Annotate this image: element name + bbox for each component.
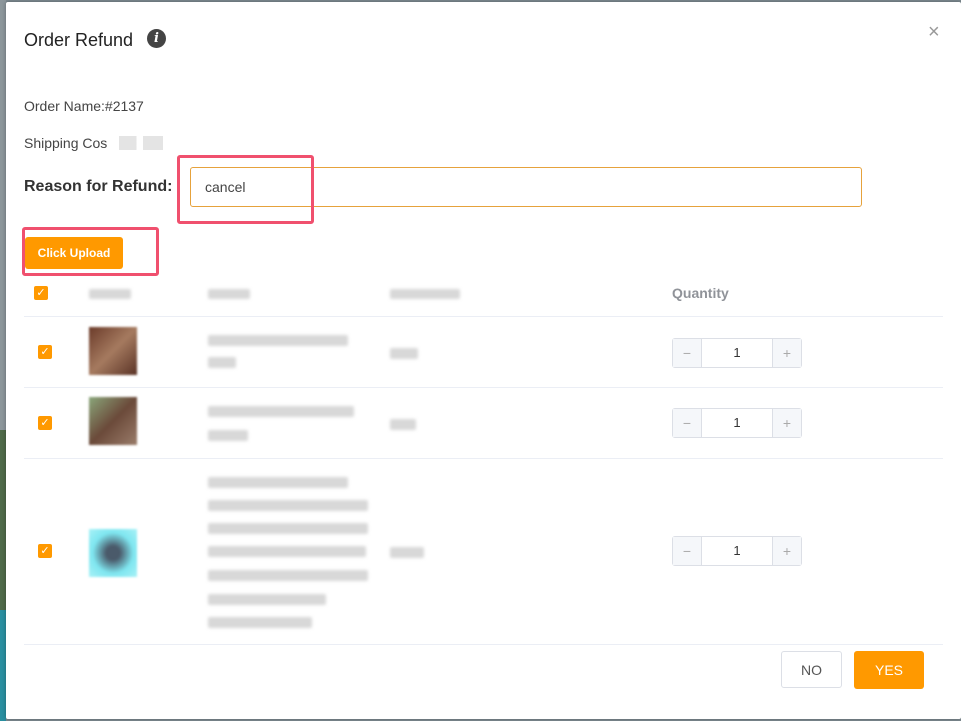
increase-button[interactable]: + bbox=[772, 339, 801, 367]
decrease-button[interactable]: − bbox=[673, 409, 702, 437]
close-icon[interactable]: × bbox=[928, 22, 940, 42]
product-name-redacted-2 bbox=[208, 357, 236, 368]
product-name-redacted bbox=[208, 335, 348, 346]
product-desc-line bbox=[208, 617, 312, 628]
price-redacted bbox=[390, 348, 418, 359]
product-desc-line bbox=[208, 570, 368, 581]
reason-highlight-box bbox=[177, 155, 314, 224]
row-divider bbox=[24, 458, 943, 459]
reason-label: Reason for Refund: bbox=[24, 178, 173, 195]
no-button[interactable]: NO bbox=[781, 651, 842, 688]
row-checkbox[interactable]: ✓ bbox=[38, 416, 52, 430]
quantity-stepper[interactable]: − 1 + bbox=[672, 338, 802, 368]
upload-highlight-box bbox=[22, 227, 159, 276]
decrease-button[interactable]: − bbox=[673, 537, 702, 565]
info-icon[interactable]: i bbox=[147, 29, 166, 48]
product-desc-line bbox=[208, 594, 326, 605]
quantity-header: Quantity bbox=[672, 285, 729, 301]
product-thumbnail bbox=[89, 529, 137, 577]
order-name-text: Order Name:#2137 bbox=[24, 98, 144, 114]
name-header-redacted bbox=[208, 289, 250, 299]
shipping-cost-value-redacted bbox=[119, 136, 163, 150]
price-redacted bbox=[390, 547, 424, 558]
quantity-value[interactable]: 1 bbox=[702, 409, 772, 437]
product-name-redacted-2 bbox=[208, 430, 248, 441]
product-desc-line bbox=[208, 500, 368, 511]
price-redacted bbox=[390, 419, 416, 430]
quantity-stepper[interactable]: − 1 + bbox=[672, 408, 802, 438]
row-divider bbox=[24, 387, 943, 388]
image-header-redacted bbox=[89, 289, 131, 299]
quantity-stepper[interactable]: − 1 + bbox=[672, 536, 802, 566]
shipping-cost-label: Shipping Cos bbox=[24, 135, 108, 151]
product-desc-line bbox=[208, 546, 366, 557]
increase-button[interactable]: + bbox=[772, 409, 801, 437]
yes-button[interactable]: YES bbox=[854, 651, 924, 689]
footer-divider bbox=[24, 644, 943, 645]
row-checkbox[interactable]: ✓ bbox=[38, 345, 52, 359]
quantity-value[interactable]: 1 bbox=[702, 339, 772, 367]
product-desc-line bbox=[208, 523, 368, 534]
dialog-title: Order Refund bbox=[24, 30, 134, 50]
select-all-checkbox[interactable]: ✓ bbox=[34, 286, 48, 300]
row-divider bbox=[24, 316, 943, 317]
increase-button[interactable]: + bbox=[772, 537, 801, 565]
quantity-value[interactable]: 1 bbox=[702, 537, 772, 565]
product-thumbnail bbox=[89, 397, 137, 445]
row-checkbox[interactable]: ✓ bbox=[38, 544, 52, 558]
price-header-redacted bbox=[390, 289, 460, 299]
product-thumbnail bbox=[89, 327, 137, 375]
product-name-redacted bbox=[208, 406, 354, 417]
order-refund-dialog: Order Refund i × Order Name:#2137 Shippi… bbox=[6, 2, 961, 719]
product-desc-line bbox=[208, 477, 348, 488]
decrease-button[interactable]: − bbox=[673, 339, 702, 367]
